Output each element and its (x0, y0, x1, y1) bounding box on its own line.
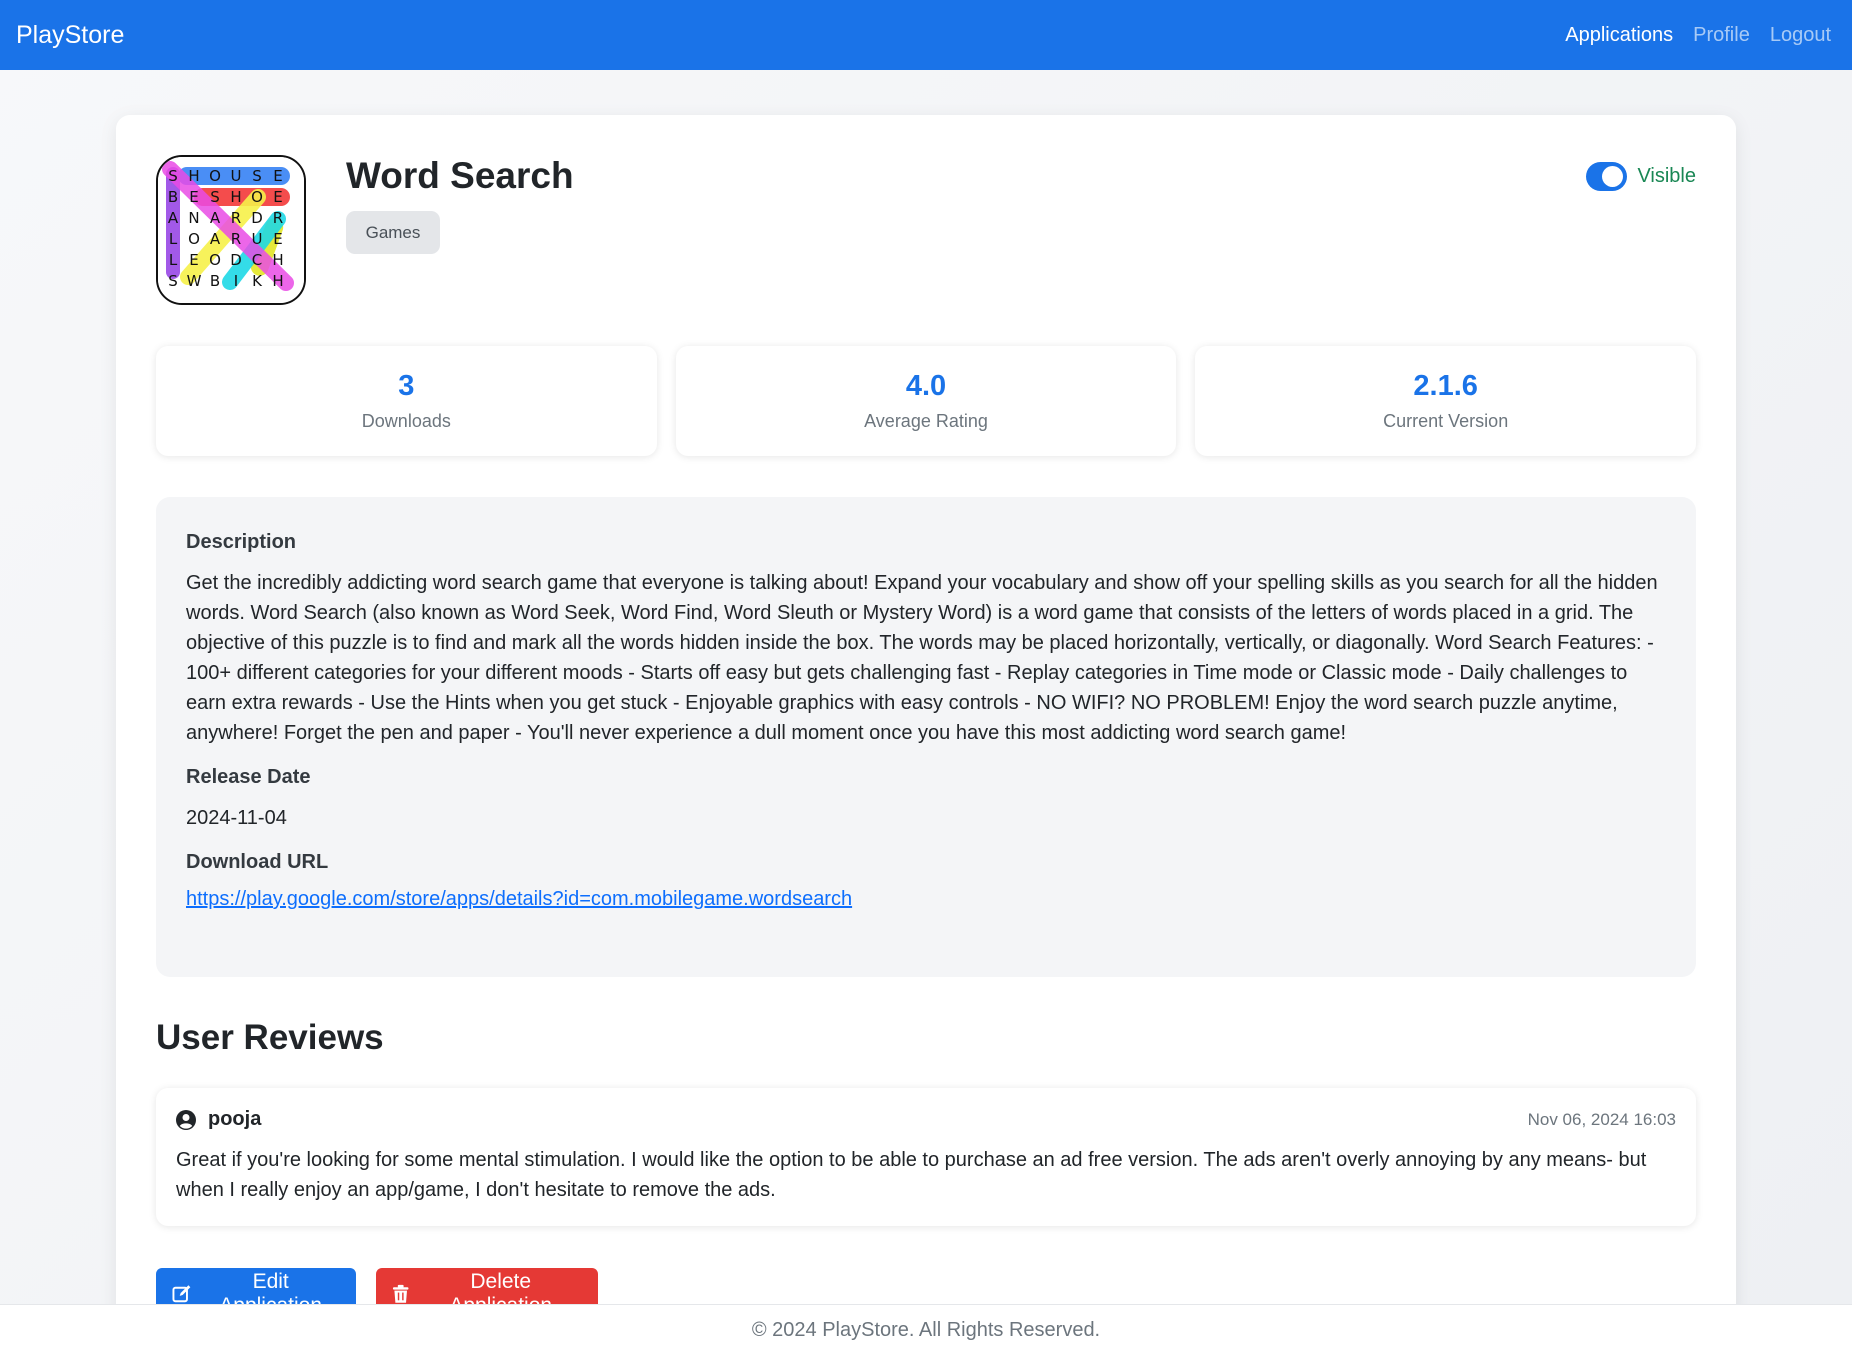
icon-grid-letter: H (188, 167, 199, 185)
icon-grid-letter: H (230, 188, 241, 206)
app-icon: SHOUSEBESHOEANARDRLOARUELEODCHSWBIKH (156, 155, 306, 305)
stat-label: Downloads (361, 411, 451, 431)
review-date: Nov 06, 2024 16:03 (1527, 1109, 1676, 1129)
stat-current-version: 2.1.6 Current Version (1195, 346, 1697, 456)
stat-label: Current Version (1383, 411, 1509, 431)
stat-average-rating: 4.0 Average Rating (675, 346, 1177, 456)
icon-grid-letter: B (210, 272, 220, 290)
icon-grid-letter: D (251, 209, 263, 227)
stats-row: 3 Downloads 4.0 Average Rating 2.1.6 Cur… (156, 346, 1697, 456)
icon-grid-letter: R (273, 209, 283, 227)
icon-grid-letter: A (210, 209, 221, 227)
brand-logo[interactable]: PlayStore (16, 21, 124, 50)
stat-value: 3 (398, 370, 415, 402)
icon-grid-letter: L (169, 251, 178, 269)
icon-grid-letter: S (168, 272, 178, 290)
icon-grid-letter: A (168, 209, 179, 227)
nav-links: Applications Profile Logout (1565, 24, 1837, 47)
review-header: pooja Nov 06, 2024 16:03 (176, 1108, 1676, 1131)
nav-link-applications[interactable]: Applications (1565, 24, 1673, 47)
visibility-toggle-group: Visible (1586, 162, 1696, 191)
visibility-label: Visible (1637, 165, 1696, 187)
icon-grid-letter: E (273, 188, 282, 206)
category-badge: Games (346, 211, 440, 254)
download-url-link[interactable]: https://play.google.com/store/apps/detai… (186, 888, 852, 910)
icon-grid-letter: S (210, 188, 220, 206)
icon-grid-letter: O (209, 251, 221, 269)
visibility-toggle[interactable] (1586, 162, 1628, 191)
icon-grid-letter: S (168, 167, 178, 185)
stat-value: 4.0 (905, 370, 947, 402)
icon-grid-letter: B (168, 188, 178, 206)
icon-grid-letter: E (273, 230, 282, 248)
download-url-heading: Download URL (186, 851, 329, 873)
icon-grid-letter: O (188, 230, 200, 248)
icon-grid-letter: R (231, 230, 241, 248)
icon-grid-letter: K (252, 272, 263, 290)
description-heading: Description (186, 531, 297, 553)
icon-grid-letter: U (252, 230, 263, 248)
app-detail-card: SHOUSEBESHOEANARDRLOARUELEODCHSWBIKH Wor… (116, 115, 1736, 1356)
icon-grid-letter: C (252, 251, 262, 269)
footer-copyright: © 2024 PlayStore. All Rights Reserved. (751, 1319, 1101, 1341)
edit-icon (172, 1285, 191, 1303)
icon-grid-letter: E (273, 167, 282, 185)
icon-grid-letter: S (252, 167, 262, 185)
icon-grid-letter: H (272, 272, 283, 290)
top-navbar: PlayStore Applications Profile Logout (0, 0, 1852, 70)
icon-grid-letter: E (189, 188, 198, 206)
icon-grid-letter: E (189, 251, 198, 269)
icon-grid-letter: L (169, 230, 178, 248)
page-footer: © 2024 PlayStore. All Rights Reserved. (0, 1304, 1852, 1356)
reviewer: pooja (176, 1108, 261, 1131)
word-search-icon: S H O U S EB E S H O EA N A R D RL O A R U EL E O D C HS W B I K H (158, 157, 304, 303)
review-card: pooja Nov 06, 2024 16:03 Great if you're… (156, 1088, 1696, 1226)
icon-grid-letter: A (210, 230, 221, 248)
icon-grid-letter: W (187, 272, 202, 290)
nav-link-logout[interactable]: Logout (1770, 24, 1831, 47)
icon-grid-letter: O (251, 188, 263, 206)
icon-grid-letter: U (231, 167, 242, 185)
app-info-panel: Description Get the incredibly addicting… (156, 497, 1696, 977)
icon-grid-letter: I (234, 272, 238, 290)
release-date-value: 2024-11-04 (186, 807, 287, 829)
icon-grid-letter: N (188, 209, 199, 227)
stat-value: 2.1.6 (1413, 370, 1478, 402)
icon-grid-letter: R (231, 209, 241, 227)
stat-downloads: 3 Downloads (156, 346, 657, 456)
user-reviews-heading: User Reviews (156, 1018, 384, 1057)
icon-grid-letter: O (209, 167, 221, 185)
reviewer-name: pooja (208, 1108, 262, 1130)
icon-grid-letter: H (272, 251, 283, 269)
app-title: Word Search (346, 155, 574, 196)
description-text: Get the incredibly addicting word search… (186, 572, 1658, 744)
user-circle-icon (176, 1109, 196, 1130)
review-text: Great if you're looking for some mental … (176, 1149, 1647, 1201)
stat-label: Average Rating (864, 411, 988, 431)
trash-icon (392, 1284, 409, 1303)
nav-link-profile[interactable]: Profile (1693, 24, 1750, 47)
release-date-heading: Release Date (186, 766, 311, 788)
icon-grid-letter: D (230, 251, 242, 269)
